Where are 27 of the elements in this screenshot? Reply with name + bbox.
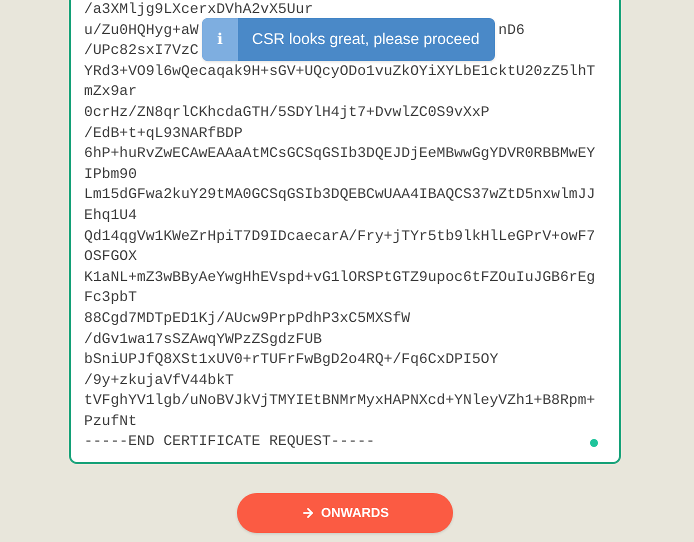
csr-line: /UPc82sxI7VzC <box>84 42 199 62</box>
csr-line: Qd14qgVw1KWeZrHpiT7D9IDcaecarA/Fry+jTYr5tb9lkHlLeGPrV+owF7 <box>84 228 596 247</box>
onwards-button[interactable]: ONWARDS <box>237 493 453 533</box>
csr-line: bSniUPJfQ8XSt1xUV0+rTUFrFwBgD2o4RQ+/Fq6CxDPI5OY <box>84 351 498 370</box>
csr-line: /dGv1wa17sSZAwqYWPzZSgdzFUB <box>84 330 322 350</box>
csr-line: OSFGOX <box>84 248 137 268</box>
csr-line: Fc3pbT <box>84 289 137 308</box>
csr-line: Lm15dGFwa2kuY29tMA0GCSqGSIb3DQEBCwUAA4IBAQCS37wZtD5nxwlmJJ <box>84 186 596 206</box>
csr-line: YRd3+VO9l6wQecaqak9H+sGV+UQcyODo1vuZkOYiXYLbE1cktU20zZ5lhT <box>84 62 596 82</box>
csr-line: PzufNt <box>84 412 137 432</box>
toast-message: CSR looks great, please proceed <box>252 30 480 50</box>
csr-line: 88Cgd7MDTpED1Kj/AUcw9PrpPdhP3xC5MXSfW <box>84 310 410 329</box>
csr-line: nD6 <box>498 22 525 41</box>
csr-line: IPbm90 <box>84 166 137 185</box>
csr-line: /a3XMljg9LXcerxDVhA2vX5Uur <box>84 1 314 20</box>
csr-line: 0crHz/ZN8qrlCKhcdaGTH/5SDYlH4jt7+DvwlZC0S9vXxP <box>84 104 490 123</box>
csr-line: u/Zu0HQHyg+aW <box>84 22 199 41</box>
csr-line: /9y+zkujaVfV44bkT <box>84 372 234 391</box>
csr-line: tVFghYV1lgb/uNoBVJkVjTMYIEtBNMrMyxHAPNXcd+YNleyVZh1+B8Rpm+ <box>84 392 596 412</box>
csr-line: K1aNL+mZ3wBByAeYwgHhEVspd+vG1lORSPtGTZ9upoc6tFZOuIuJGB6rEg <box>84 268 596 288</box>
csr-line: -----END CERTIFICATE REQUEST----- <box>84 433 375 452</box>
info-icon: i <box>217 28 223 51</box>
csr-text-area[interactable] <box>69 0 621 464</box>
csr-line: 6hP+huRvZwECAwEAAaAtMCsGCSqGSIb3DQEJDjEeMBwwGgYDVR0RBBMwEY <box>84 145 596 164</box>
csr-line: mZx9ar <box>84 83 137 102</box>
csr-line: Ehq1U4 <box>84 206 137 226</box>
csr-line: /EdB+t+qL93NARfBDP <box>84 124 243 144</box>
